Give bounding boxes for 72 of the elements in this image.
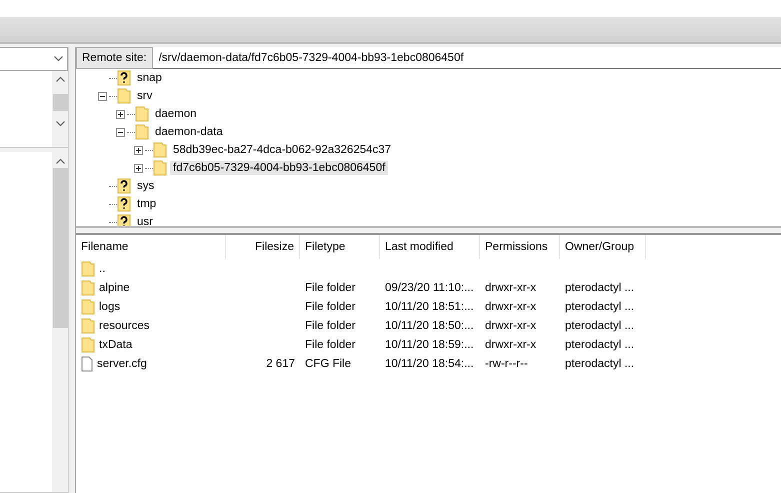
remote-site-label: Remote site:: [76, 47, 153, 69]
column-header[interactable]: Owner/Group: [560, 235, 646, 259]
table-cell: pterodactyl ...: [565, 282, 634, 294]
expand-icon[interactable]: [134, 146, 143, 154]
chevron-down-icon: [54, 56, 63, 62]
folder-icon: [135, 124, 149, 140]
table-cell: File folder: [305, 300, 356, 312]
table-cell: 10/11/20 18:51:...: [385, 300, 474, 312]
table-cell: drwxr-xr-x: [485, 300, 536, 312]
file-name[interactable]: txData: [99, 338, 132, 350]
tree-item[interactable]: sys: [134, 179, 158, 193]
table-cell: pterodactyl ...: [565, 358, 634, 370]
document-icon: [81, 356, 93, 372]
tree-item[interactable]: daemon-data: [152, 125, 226, 139]
table-cell: File folder: [305, 282, 356, 294]
scroll-thumb[interactable]: [52, 168, 68, 328]
folder-icon: [135, 106, 149, 122]
column-header[interactable]: Filesize: [226, 235, 300, 259]
question-mark-icon: [117, 196, 131, 212]
table-cell: pterodactyl ...: [565, 320, 634, 332]
column-header[interactable]: Permissions: [480, 235, 560, 259]
tree-item[interactable]: fd7c6b05-7329-4004-bb93-1ebc0806450f: [170, 161, 388, 175]
tree-item[interactable]: snap: [134, 71, 165, 85]
table-cell: File folder: [305, 338, 356, 350]
scroll-up-icon: [56, 76, 64, 82]
column-header[interactable]: Last modified: [380, 235, 480, 259]
table-cell: File folder: [305, 320, 356, 332]
folder-icon: [81, 318, 95, 334]
scrollbar[interactable]: [52, 152, 68, 492]
collapse-icon[interactable]: [116, 128, 125, 136]
tree-item[interactable]: 58db39ec-ba27-4dca-b062-92a326254c37: [170, 143, 394, 157]
table-cell: pterodactyl ...: [565, 338, 634, 350]
folder-icon: [153, 160, 167, 176]
table-cell: 10/11/20 18:59:...: [385, 338, 474, 350]
folder-icon: [81, 260, 95, 276]
table-cell: -rw-r--r--: [485, 358, 528, 370]
table-cell: pterodactyl ...: [565, 300, 634, 312]
table-cell: 09/23/20 11:10:...: [385, 282, 474, 294]
expand-icon[interactable]: [134, 164, 143, 172]
scroll-thumb[interactable]: [52, 94, 68, 111]
folder-icon: [81, 298, 95, 314]
expand-icon[interactable]: [116, 110, 125, 118]
folder-icon: [81, 280, 95, 296]
collapse-icon[interactable]: [98, 92, 107, 100]
table-cell: 10/11/20 18:50:...: [385, 320, 474, 332]
column-header[interactable]: Filename: [76, 235, 226, 259]
file-name[interactable]: resources: [99, 320, 150, 332]
table-cell: drwxr-xr-x: [485, 320, 536, 332]
tree-item[interactable]: tmp: [134, 197, 160, 211]
file-name[interactable]: alpine: [99, 282, 130, 294]
tree-item[interactable]: srv: [134, 89, 156, 103]
scrollbar[interactable]: [52, 71, 68, 147]
tree-item[interactable]: daemon: [152, 107, 200, 121]
file-name[interactable]: server.cfg: [97, 358, 147, 370]
remote-path-field[interactable]: /srv/daemon-data/fd7c6b05-7329-4004-bb93-1ebc0806450f: [152, 47, 781, 69]
scroll-up-icon: [56, 158, 64, 164]
file-name[interactable]: ..: [99, 262, 106, 274]
table-cell: CFG File: [305, 358, 351, 370]
question-mark-icon: [117, 178, 131, 194]
tree-item[interactable]: usr: [134, 215, 156, 226]
file-name[interactable]: logs: [99, 300, 120, 312]
scroll-down-icon: [56, 121, 64, 127]
folder-icon: [153, 142, 167, 158]
table-cell: drwxr-xr-x: [485, 338, 536, 350]
table-cell: drwxr-xr-x: [485, 282, 536, 294]
question-mark-icon: [117, 214, 131, 226]
folder-icon: [117, 88, 131, 104]
table-cell: 2 617: [266, 358, 295, 370]
folder-icon: [81, 336, 95, 352]
table-cell: 10/11/20 18:54:...: [385, 358, 474, 370]
question-mark-icon: [117, 70, 131, 86]
column-header[interactable]: Filetype: [300, 235, 380, 259]
